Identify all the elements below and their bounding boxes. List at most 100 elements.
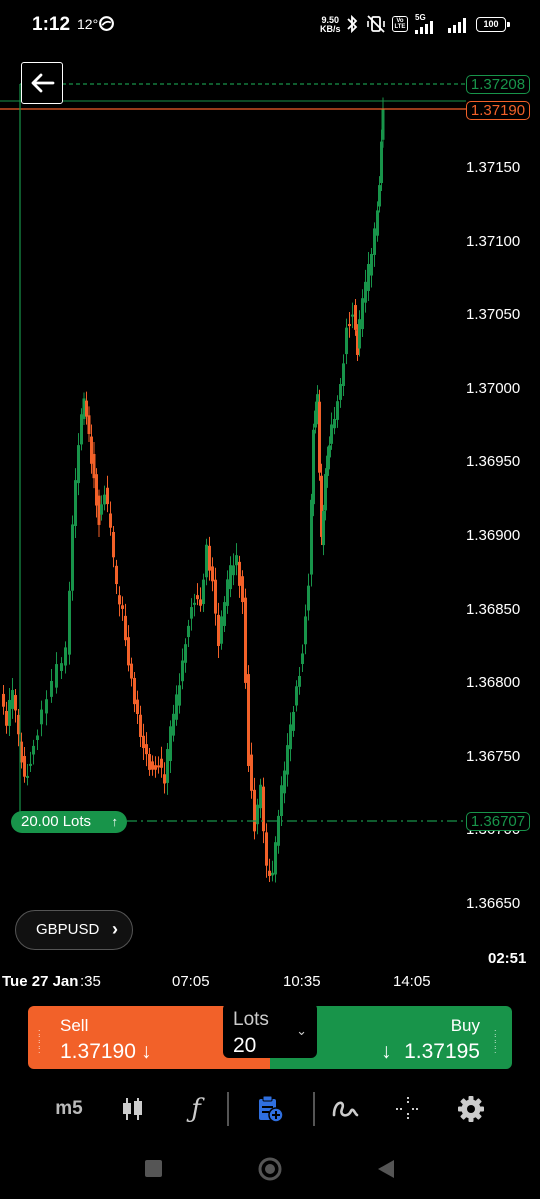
vibrate-mute-icon xyxy=(367,15,385,33)
back-nav-icon[interactable] xyxy=(376,1158,396,1180)
candle-bull xyxy=(373,228,376,255)
candle-bull xyxy=(324,474,327,511)
candle-bull xyxy=(226,579,229,606)
candle-bull xyxy=(11,690,14,709)
symbol-selector-button[interactable]: GBPUSD › xyxy=(15,910,133,950)
candle-bull xyxy=(339,384,342,400)
time-axis-label: :35 xyxy=(80,973,101,990)
candle-bear xyxy=(85,400,88,417)
candle-bull xyxy=(295,686,298,706)
candle-bull xyxy=(68,590,71,655)
price-axis-label: 1.37050 xyxy=(466,306,521,324)
back-button[interactable] xyxy=(21,62,63,104)
settings-button[interactable] xyxy=(456,1094,486,1124)
candle-bear xyxy=(217,614,220,646)
home-icon[interactable] xyxy=(257,1156,283,1182)
candle-bear xyxy=(130,663,133,679)
volte-icon: Vo LTE xyxy=(392,16,408,32)
price-axis-label: 1.36650 xyxy=(466,895,521,912)
candle-bear xyxy=(318,401,321,473)
volte-label: Vo LTE xyxy=(394,18,406,30)
candle-bull xyxy=(322,510,325,546)
candle-bear xyxy=(211,566,214,582)
candle-bull xyxy=(330,424,333,444)
candle-bull xyxy=(220,616,223,644)
price-axis-label: 1.36950 xyxy=(466,453,521,471)
candle-bull xyxy=(283,770,286,794)
time-axis-label: 07:05 xyxy=(172,973,210,990)
trade-button[interactable] xyxy=(255,1094,285,1124)
candle-bull xyxy=(172,713,175,736)
candles-group xyxy=(2,97,385,883)
candle-bull xyxy=(301,653,304,665)
position-price-tag: 1.36707 xyxy=(466,812,530,831)
candle-bull xyxy=(370,254,373,276)
candle-bear xyxy=(148,754,151,770)
candle-bear xyxy=(124,615,127,641)
candle-bear xyxy=(109,513,112,528)
candle-bull xyxy=(376,210,379,236)
candle-bull xyxy=(271,872,274,876)
candle-bear xyxy=(244,597,247,683)
crosshair-button[interactable] xyxy=(393,1094,423,1124)
position-lots-pill[interactable]: 20.00 Lots ↑ xyxy=(11,811,127,833)
candle-bear xyxy=(151,761,154,770)
candle-bear xyxy=(106,487,109,505)
candle-bull xyxy=(40,709,43,725)
candle-bull xyxy=(60,663,63,672)
candle-bull xyxy=(193,602,196,605)
indicators-button[interactable]: ƒ xyxy=(183,1094,209,1124)
candle-bull xyxy=(235,555,238,566)
candle-bull xyxy=(361,298,364,330)
toolbar-divider xyxy=(227,1092,229,1126)
drawing-tools-button[interactable] xyxy=(331,1094,359,1124)
candle-bull xyxy=(342,363,345,386)
candle-bull xyxy=(223,602,226,626)
candle-bull xyxy=(202,579,205,605)
candle-bear xyxy=(348,324,351,327)
candle-bull xyxy=(286,745,289,775)
candle-bull xyxy=(45,699,48,714)
chevron-down-icon: ⌄ xyxy=(296,1023,307,1038)
time-axis-label: 14:05 xyxy=(393,973,431,990)
chart-type-button[interactable] xyxy=(117,1094,147,1124)
candle-bear xyxy=(196,595,199,600)
candle-bull xyxy=(277,815,280,846)
time-axis-date: Tue 27 Jan xyxy=(2,973,79,990)
candle-bear xyxy=(199,599,202,606)
time-axis-label: 10:35 xyxy=(283,973,321,990)
function-icon: ƒ xyxy=(191,1094,201,1124)
candle-bull xyxy=(26,775,29,778)
lots-selector[interactable]: Lots 20 ⌄ xyxy=(223,1003,317,1058)
candle-bull xyxy=(358,319,361,349)
candle-bull xyxy=(310,499,313,575)
candle-bear xyxy=(241,576,244,603)
scribble-icon xyxy=(332,1101,359,1117)
price-axis-label: 1.36900 xyxy=(466,527,521,544)
candle-bear xyxy=(112,531,115,558)
candle-bull xyxy=(292,711,295,731)
buy-price: 1.37195 xyxy=(404,1040,480,1063)
candle-bear xyxy=(2,693,5,707)
system-nav-bar xyxy=(0,1140,540,1199)
signal-icon-sim2 xyxy=(448,18,466,33)
bid-price-tag: 1.37190 xyxy=(466,101,530,120)
candle-bear xyxy=(23,756,26,777)
recent-apps-icon[interactable] xyxy=(145,1160,162,1177)
candle-bull xyxy=(364,281,367,303)
network-speed: 9.50 KB/s xyxy=(320,16,341,34)
battery-level: 100 xyxy=(483,19,499,29)
candle-bear xyxy=(5,710,8,726)
candle-bear xyxy=(208,545,211,571)
grip-handle-icon: : :: : xyxy=(38,1027,42,1055)
candle-bear xyxy=(238,561,241,586)
candle-bull xyxy=(36,735,39,741)
lots-value: 20 xyxy=(233,1034,257,1057)
candle-bear xyxy=(214,579,217,614)
price-chart[interactable] xyxy=(0,60,540,1000)
candle-bear xyxy=(145,744,148,755)
timeframe-button[interactable]: m5 xyxy=(50,1094,88,1124)
ask-price-tag: 1.37208 xyxy=(466,75,530,94)
candle-bear xyxy=(160,758,163,768)
network-speed-unit: KB/s xyxy=(320,24,341,34)
